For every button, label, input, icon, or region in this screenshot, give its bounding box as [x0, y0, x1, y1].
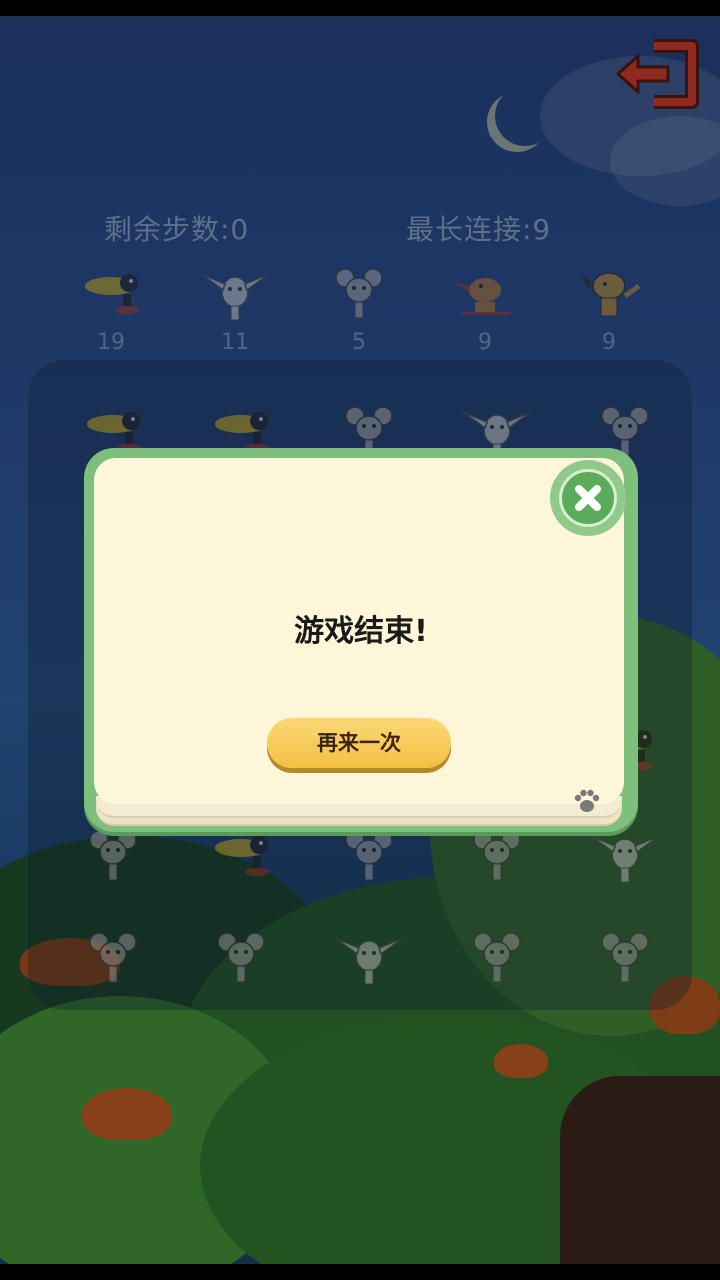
game-over-title: 游戏结束! [294, 614, 428, 649]
paw-icon [574, 789, 600, 812]
retry-button[interactable]: 再来一次 [267, 718, 451, 768]
close-button[interactable] [550, 460, 626, 536]
close-icon [575, 485, 601, 511]
game-over-dialog: 游戏结束! 再来一次 [84, 448, 638, 832]
game-screen: 剩余步数:0 最长连接:9 19 11 5 9 9 游戏结束! 再来一次 [0, 16, 720, 1264]
